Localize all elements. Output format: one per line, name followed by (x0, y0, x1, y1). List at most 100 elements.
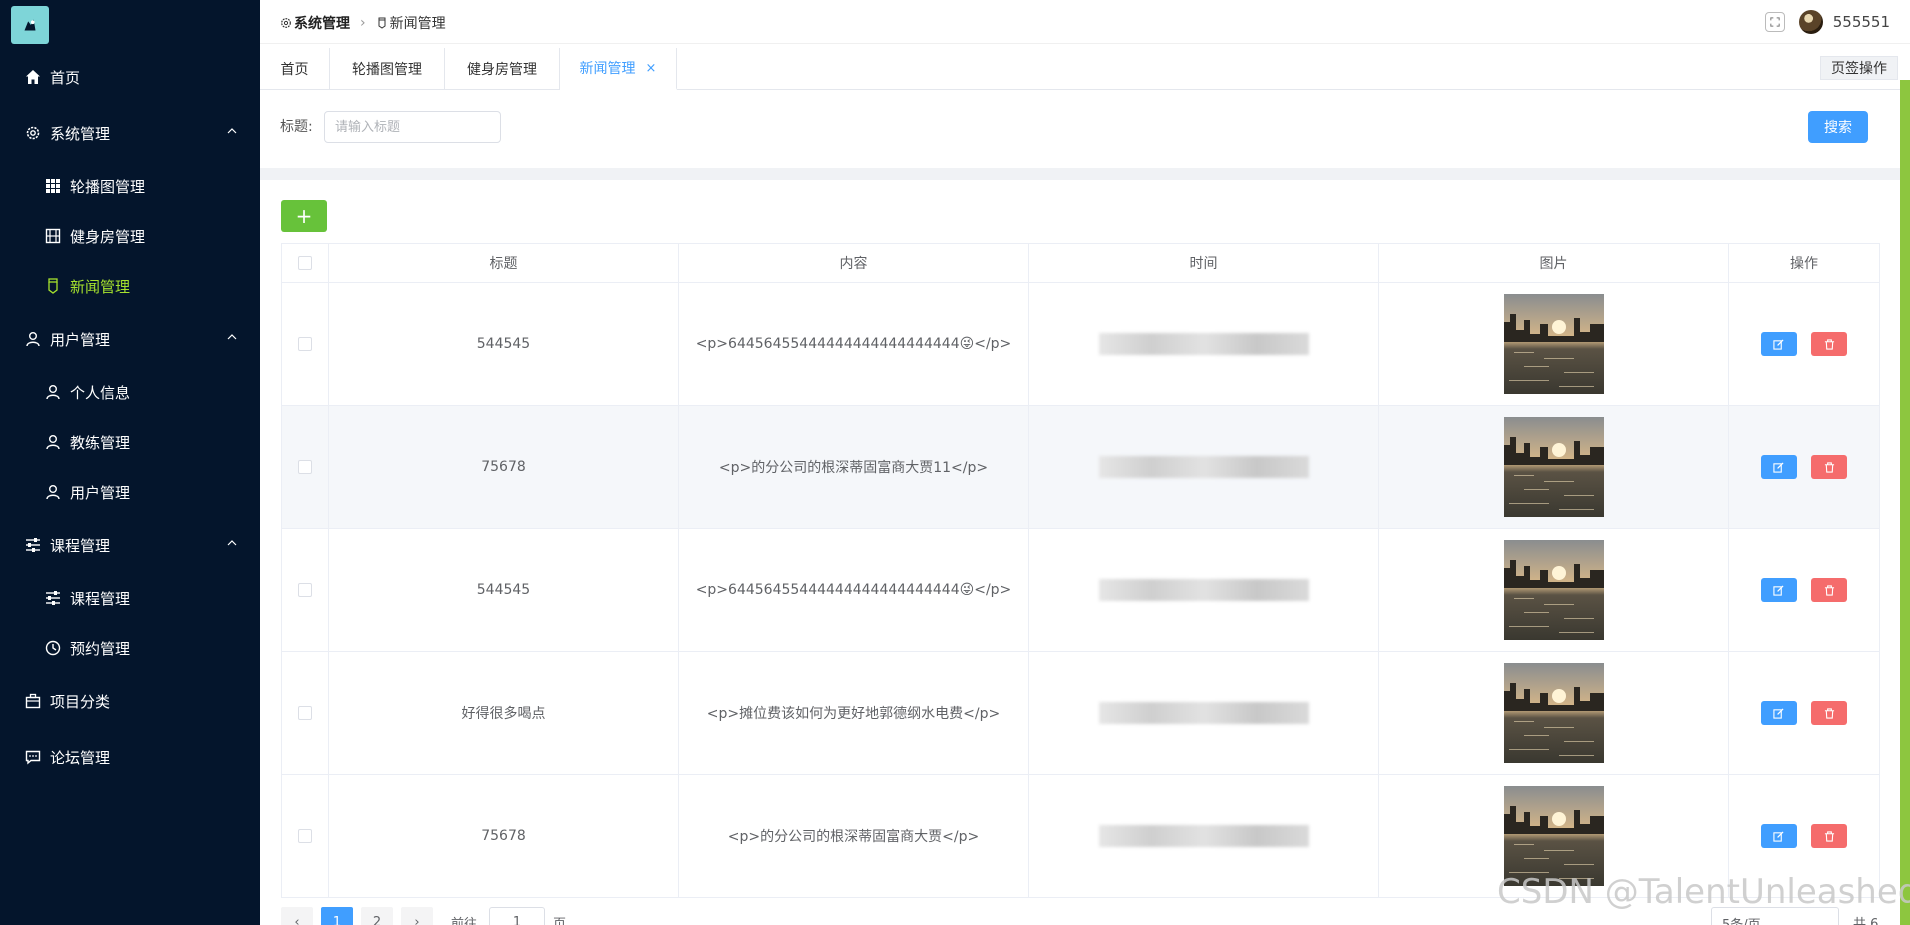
sidebar-item-gym[interactable]: 健身房管理 (0, 216, 260, 256)
sliders-icon (44, 589, 62, 607)
table-row[interactable]: 75678 <p>的分公司的根深蒂固富商大贾11</p> (281, 405, 1880, 529)
news-thumbnail[interactable] (1503, 417, 1604, 517)
trash-icon (1824, 338, 1834, 350)
trash-icon (1824, 830, 1834, 842)
page-button-1[interactable]: 1 (321, 907, 353, 925)
row-checkbox[interactable] (298, 337, 312, 351)
breadcrumb: 系统管理 › 新闻管理 (280, 13, 446, 33)
goto-page-input[interactable] (489, 907, 545, 925)
edit-button[interactable] (1760, 824, 1797, 848)
row-checkbox[interactable] (298, 829, 312, 843)
sidebar: 首页 系统管理 轮播图管理 健身房管理 新闻管理 用户管理 个人信息 教练管理 … (0, 0, 260, 925)
sidebar-item-coaches[interactable]: 教练管理 (0, 422, 260, 462)
sidebar-item-home[interactable]: 首页 (0, 57, 260, 97)
search-panel: 标题: 搜索 (260, 90, 1900, 168)
cell-actions (1728, 282, 1880, 406)
tab-label: 首页 (280, 62, 309, 78)
avatar[interactable] (1798, 10, 1823, 34)
close-icon[interactable]: × (646, 61, 657, 76)
select-all-checkbox[interactable] (298, 256, 312, 270)
row-checkbox[interactable] (298, 583, 312, 597)
grid-icon (44, 177, 62, 195)
sidebar-item-label: 个人信息 (70, 383, 131, 402)
edit-button[interactable] (1760, 332, 1797, 356)
page-button-2[interactable]: 2 (361, 907, 393, 925)
trash-icon (1824, 461, 1834, 473)
breadcrumb-separator: › (360, 15, 366, 31)
sidebar-item-profile[interactable]: 个人信息 (0, 372, 260, 412)
badge-icon (376, 17, 388, 29)
tab-label: 健身房管理 (467, 62, 537, 78)
tab-carousel[interactable]: 轮播图管理 (330, 48, 445, 90)
trash-icon (1824, 584, 1834, 596)
search-button[interactable]: 搜索 (1808, 111, 1868, 143)
column-header-image[interactable]: 图片 (1378, 243, 1729, 283)
sidebar-item-forum[interactable]: 论坛管理 (0, 737, 260, 777)
search-input[interactable] (324, 111, 501, 143)
sidebar-group-users[interactable]: 用户管理 (0, 319, 260, 359)
delete-button[interactable] (1811, 701, 1848, 725)
top-header: 系统管理 › 新闻管理 555551 (260, 0, 1910, 44)
app-logo[interactable] (11, 6, 49, 44)
cell-time (1028, 651, 1379, 775)
delete-button[interactable] (1811, 824, 1848, 848)
row-checkbox[interactable] (298, 706, 312, 720)
sidebar-item-label: 系统管理 (50, 124, 111, 143)
username[interactable]: 555551 (1833, 13, 1890, 31)
sidebar-item-categories[interactable]: 项目分类 (0, 681, 260, 721)
edit-button[interactable] (1760, 455, 1797, 479)
select-all-cell (281, 243, 329, 283)
gear-icon (280, 17, 292, 29)
prev-page-button[interactable]: ‹ (281, 907, 313, 925)
news-thumbnail[interactable] (1503, 540, 1604, 640)
cell-image (1378, 528, 1729, 652)
edit-button[interactable] (1760, 578, 1797, 602)
column-header-content[interactable]: 内容 (678, 243, 1029, 283)
cell-content: <p>的分公司的根深蒂固富商大贾</p> (678, 774, 1029, 898)
sidebar-item-course-mgmt[interactable]: 课程管理 (0, 578, 260, 618)
cell-title: 544545 (328, 528, 679, 652)
add-button[interactable]: + (281, 200, 327, 232)
news-thumbnail[interactable] (1503, 786, 1604, 886)
table-row[interactable]: 544545 <p>64456455444444444444444444😜</p… (281, 528, 1880, 652)
column-header-time[interactable]: 时间 (1028, 243, 1379, 283)
sidebar-item-news[interactable]: 新闻管理 (0, 266, 260, 306)
delete-button[interactable] (1811, 332, 1848, 356)
sidebar-item-label: 预约管理 (70, 639, 131, 658)
sidebar-group-system[interactable]: 系统管理 (0, 113, 260, 153)
edit-icon (1773, 461, 1784, 473)
blurred-timestamp (1098, 456, 1309, 478)
sidebar-item-label: 轮播图管理 (70, 177, 146, 196)
sidebar-item-label: 首页 (50, 68, 81, 87)
trash-icon (1824, 707, 1834, 719)
table-row[interactable]: 544545 <p>64456455444444444444444444😜</p… (281, 282, 1880, 406)
tab-operations-button[interactable]: 页签操作 (1820, 56, 1898, 80)
delete-button[interactable] (1811, 455, 1848, 479)
news-thumbnail[interactable] (1503, 663, 1604, 763)
sidebar-group-courses[interactable]: 课程管理 (0, 525, 260, 565)
tab-home[interactable]: 首页 (260, 48, 330, 90)
edit-button[interactable] (1760, 701, 1797, 725)
sidebar-item-carousel[interactable]: 轮播图管理 (0, 166, 260, 206)
row-checkbox[interactable] (298, 460, 312, 474)
chat-icon (24, 748, 42, 766)
sidebar-item-booking[interactable]: 预约管理 (0, 628, 260, 668)
watermark: CSDN @TalentUnleashed (1497, 872, 1910, 912)
column-header-title[interactable]: 标题 (328, 243, 679, 283)
tab-news[interactable]: 新闻管理 × (560, 48, 677, 90)
section-divider (260, 168, 1900, 180)
logo-icon (24, 19, 36, 31)
search-label: 标题: (280, 119, 313, 135)
column-header-actions: 操作 (1728, 243, 1880, 283)
sliders-icon (24, 536, 42, 554)
fullscreen-icon (1770, 17, 1780, 27)
table-row[interactable]: 好得很多喝点 <p>摊位费该如何为更好地郭德纲水电费</p> (281, 651, 1880, 775)
sidebar-item-user-mgmt[interactable]: 用户管理 (0, 472, 260, 512)
news-thumbnail[interactable] (1503, 294, 1604, 394)
news-table: 标题 内容 时间 图片 操作 544545 <p>644564554444444… (281, 243, 1880, 898)
fullscreen-button[interactable] (1764, 12, 1785, 32)
next-page-button[interactable]: › (401, 907, 433, 925)
delete-button[interactable] (1811, 578, 1848, 602)
tab-gym[interactable]: 健身房管理 (445, 48, 560, 90)
breadcrumb-item-system[interactable]: 系统管理 (294, 13, 350, 33)
